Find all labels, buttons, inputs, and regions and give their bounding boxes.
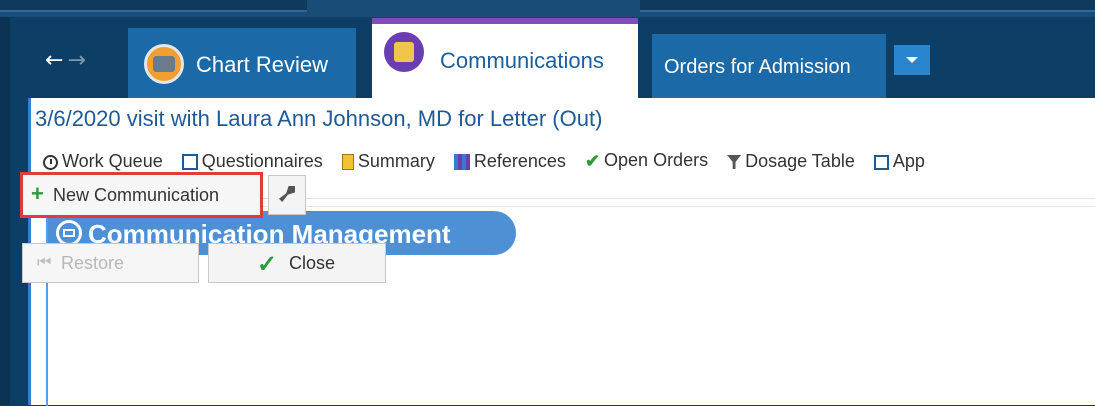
toolbar-label: Questionnaires (201, 150, 323, 171)
toolbar-app[interactable]: App (873, 150, 925, 172)
activity-toolbar: Work Queue Questionnaires Summary Refere… (43, 150, 939, 174)
close-label: Close (289, 253, 336, 273)
toolbar-references[interactable]: References (453, 150, 566, 172)
top-strip-right (640, 0, 1095, 12)
settings-wrench-button[interactable] (268, 175, 306, 215)
tab-label: Orders for Admission (664, 56, 851, 78)
plus-icon: + (31, 181, 44, 206)
wrench-icon (279, 186, 295, 202)
open-orders-icon: ✔ (584, 151, 601, 172)
dosage-icon (727, 155, 742, 169)
restore-label: Restore (61, 253, 125, 273)
dropdown-arrow-icon (906, 57, 918, 63)
restore-icon: ⏮ (37, 254, 52, 271)
toolbar-label: App (892, 150, 925, 171)
summary-icon (341, 154, 354, 170)
forward-arrow-icon[interactable]: → (67, 48, 85, 73)
tab-label: Communications (440, 48, 604, 73)
back-arrow-icon[interactable]: ← (45, 48, 63, 73)
tab-label: Chart Review (196, 52, 329, 77)
communications-icon (384, 32, 424, 72)
toolbar-open-orders[interactable]: ✔ Open Orders (585, 150, 708, 172)
app-icon (873, 154, 889, 170)
communication-management-panel: Communication Management (46, 206, 1095, 406)
toolbar-label: Dosage Table (745, 150, 855, 171)
nav-arrows: ← → (45, 48, 86, 73)
toolbar-label: Summary (357, 150, 435, 171)
left-edge (0, 17, 10, 405)
clock-icon (43, 154, 58, 170)
tab-chart-review[interactable]: Chart Review (128, 28, 356, 98)
checkmark-icon: ✓ (257, 251, 278, 278)
tab-more-button[interactable] (894, 45, 930, 75)
top-strip (0, 0, 1095, 17)
toolbar-label: Work Queue (62, 150, 163, 171)
close-button[interactable]: ✓ Close (208, 243, 386, 283)
tab-communications[interactable]: Communications (372, 18, 638, 100)
tab-orders-for-admission[interactable]: Orders for Admission (652, 34, 886, 98)
top-strip-left (0, 0, 307, 12)
restore-button[interactable]: ⏮ Restore (22, 243, 199, 283)
references-icon (453, 154, 470, 170)
toolbar-label: References (473, 150, 566, 171)
toolbar-questionnaires[interactable]: Questionnaires (181, 150, 323, 172)
toolbar-summary[interactable]: Summary (341, 150, 435, 172)
toolbar-work-queue[interactable]: Work Queue (43, 151, 163, 172)
questionnaire-icon (181, 154, 198, 170)
toolbar-dosage-table[interactable]: Dosage Table (727, 151, 855, 172)
new-communication-label: New Communication (53, 185, 220, 205)
new-communication-button[interactable]: + New Communication (20, 172, 263, 218)
visit-title: 3/6/2020 visit with Laura Ann Johnson, M… (35, 106, 603, 131)
toolbar-label: Open Orders (604, 150, 709, 171)
chart-review-icon (144, 44, 184, 84)
